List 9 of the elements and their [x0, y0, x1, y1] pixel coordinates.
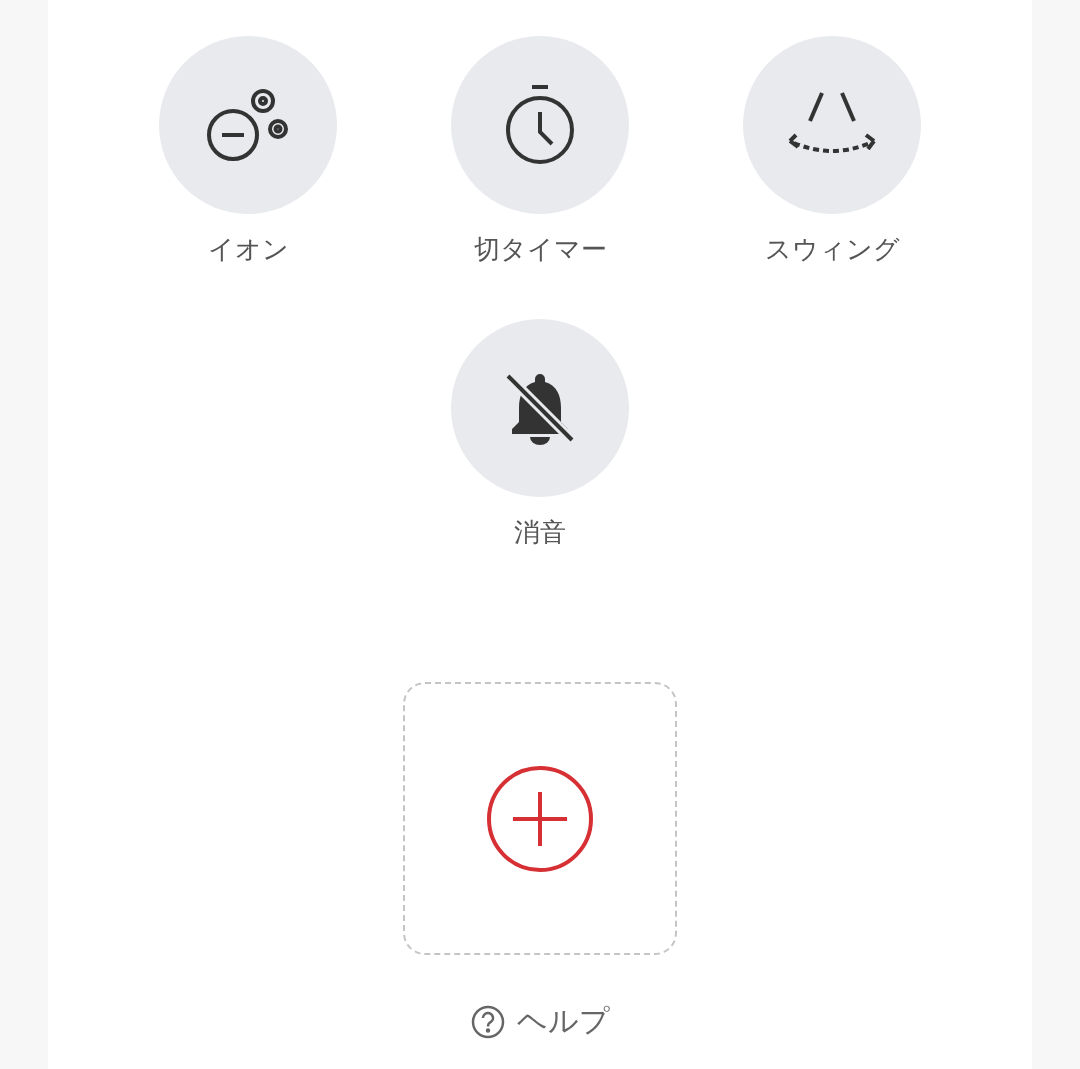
stopwatch-icon — [504, 84, 576, 166]
help-link[interactable]: ヘルプ — [470, 1001, 610, 1042]
add-button[interactable] — [403, 682, 677, 955]
button-label: イオン — [207, 233, 289, 266]
help-icon — [470, 1004, 505, 1039]
button-label: 切タイマー — [473, 233, 607, 266]
button-label: 消音 — [514, 516, 566, 549]
button-label: スウィング — [764, 233, 900, 266]
plus-circle-icon — [487, 765, 593, 872]
